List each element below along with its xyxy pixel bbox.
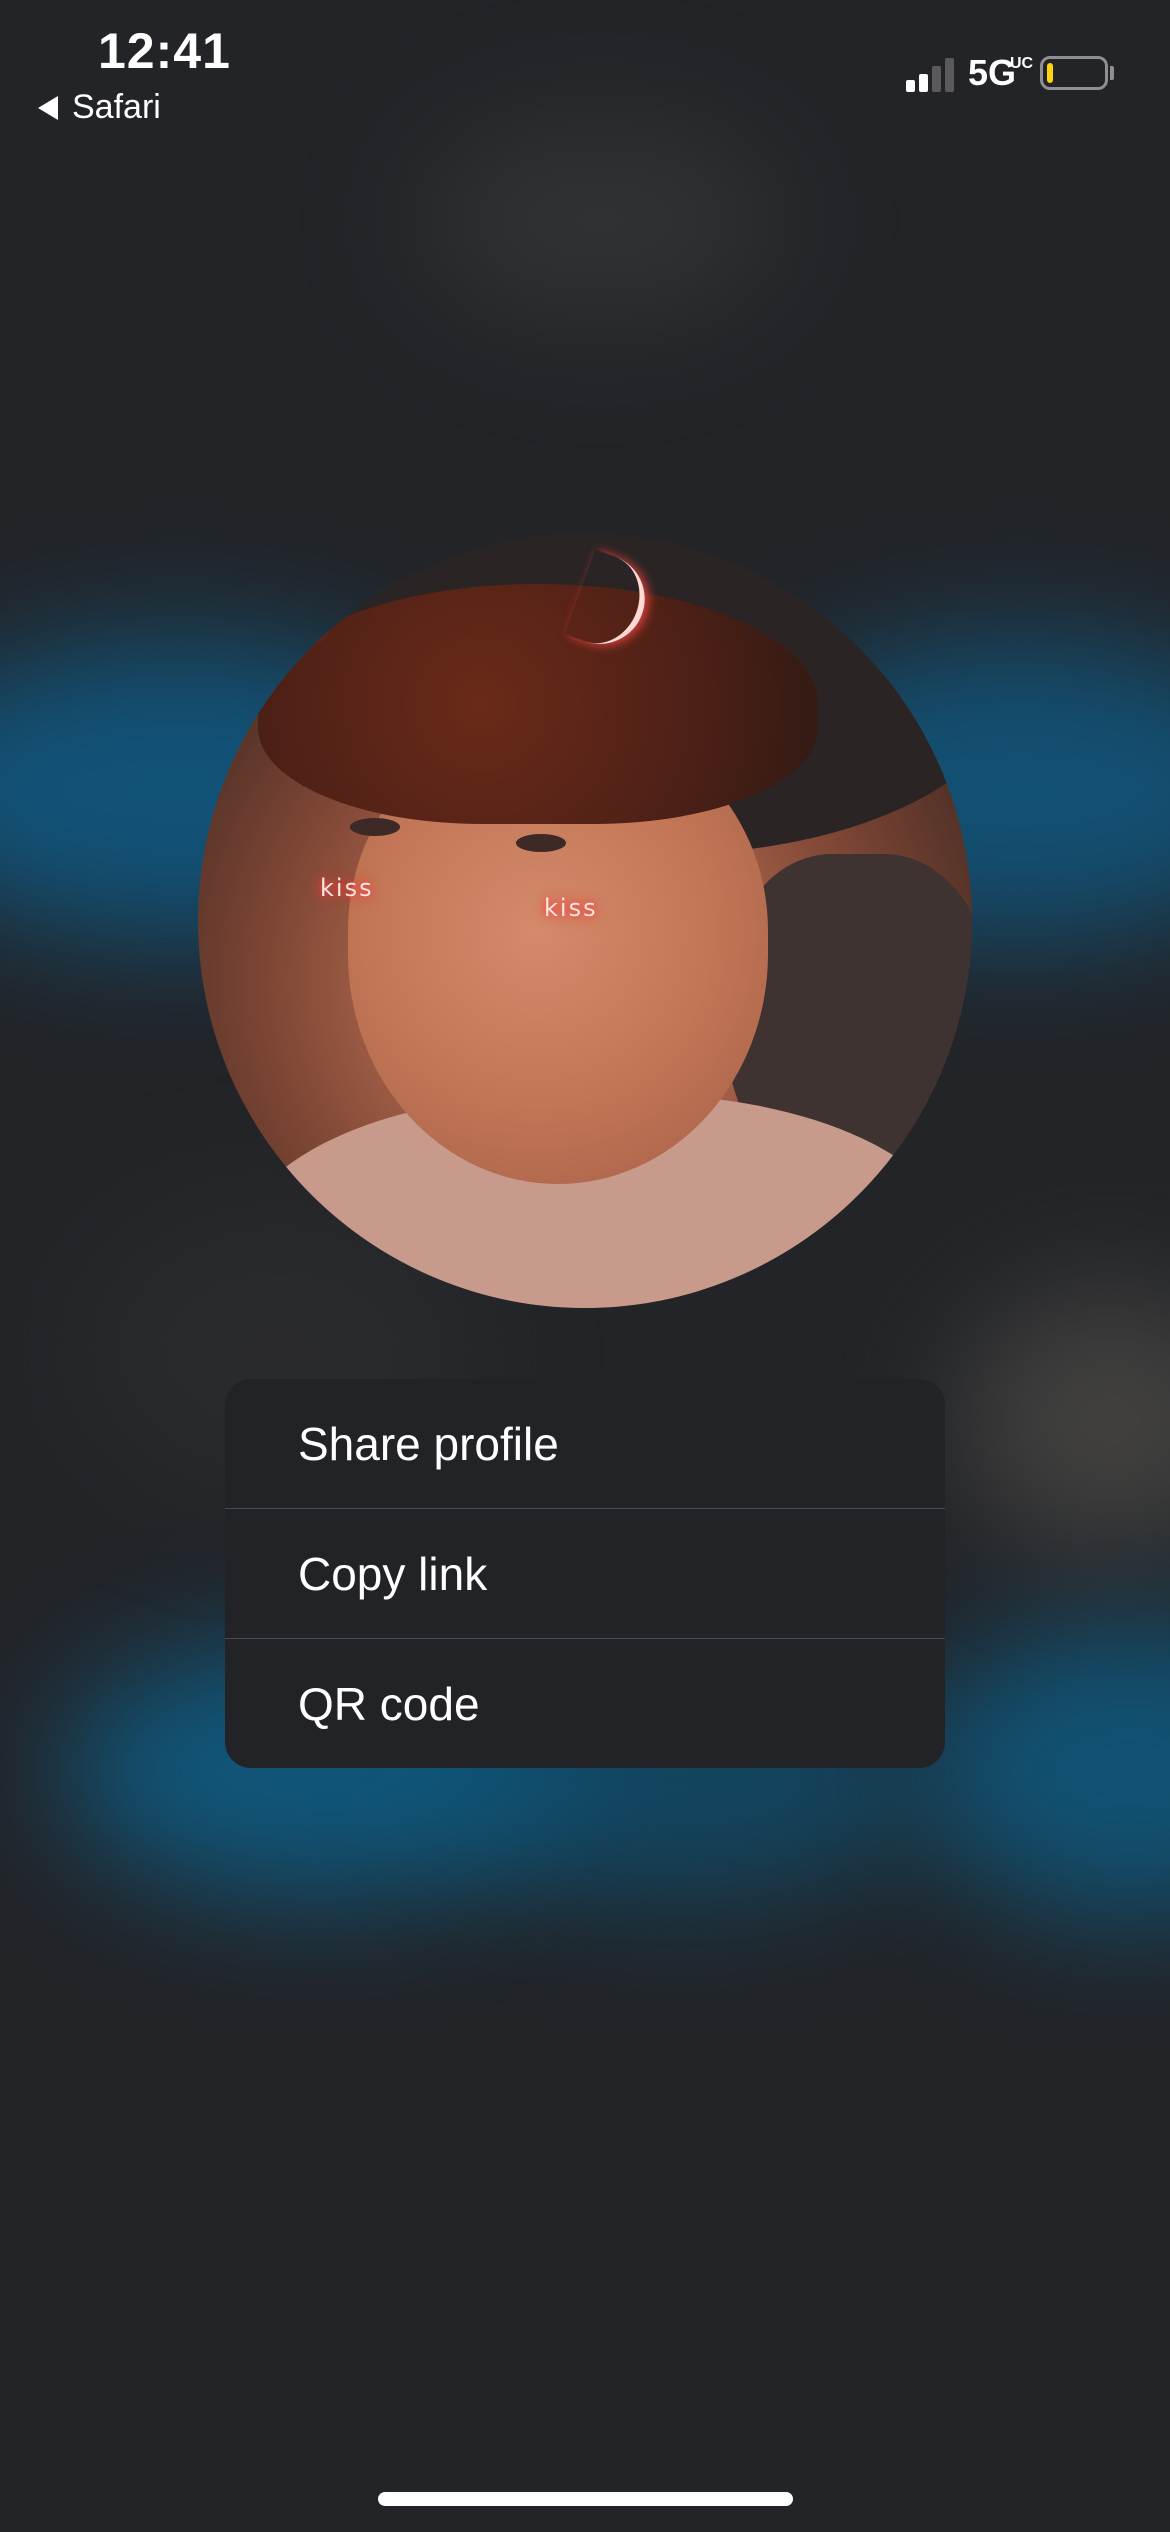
- share-profile-option[interactable]: Share profile: [225, 1379, 945, 1508]
- profile-action-menu: Share profile Copy link QR code: [225, 1379, 945, 1768]
- home-indicator[interactable]: [378, 2492, 793, 2506]
- avatar-eye: [350, 818, 400, 836]
- network-suffix: UC: [1010, 55, 1034, 72]
- avatar-sticker-text: kiss: [544, 894, 598, 922]
- signal-bar: [919, 74, 928, 92]
- back-to-app-link[interactable]: Safari: [38, 88, 161, 127]
- profile-avatar: kiss kiss: [198, 534, 972, 1308]
- copy-link-option[interactable]: Copy link: [225, 1509, 945, 1638]
- avatar-eye: [516, 834, 566, 852]
- background-blur-shape: [960, 1290, 1170, 1550]
- avatar-hair: [258, 584, 818, 824]
- battery-level-fill: [1047, 63, 1053, 83]
- back-app-label: Safari: [72, 88, 161, 126]
- signal-bar: [945, 58, 954, 92]
- status-bar: 12:41 Safari 5G UC: [0, 0, 1170, 140]
- qr-code-option[interactable]: QR code: [225, 1639, 945, 1768]
- signal-bar: [932, 66, 941, 92]
- avatar-sticker-text: kiss: [320, 874, 374, 902]
- background-blur-shape: [420, 120, 780, 320]
- signal-icon: [906, 56, 958, 92]
- signal-bar: [906, 80, 915, 92]
- back-arrow-icon: [38, 95, 58, 120]
- background-blur-shape: [920, 1620, 1170, 1920]
- battery-icon: [1040, 56, 1108, 90]
- status-time: 12:41: [98, 23, 231, 79]
- network-type: 5G: [968, 52, 1017, 93]
- battery-cap: [1110, 66, 1114, 80]
